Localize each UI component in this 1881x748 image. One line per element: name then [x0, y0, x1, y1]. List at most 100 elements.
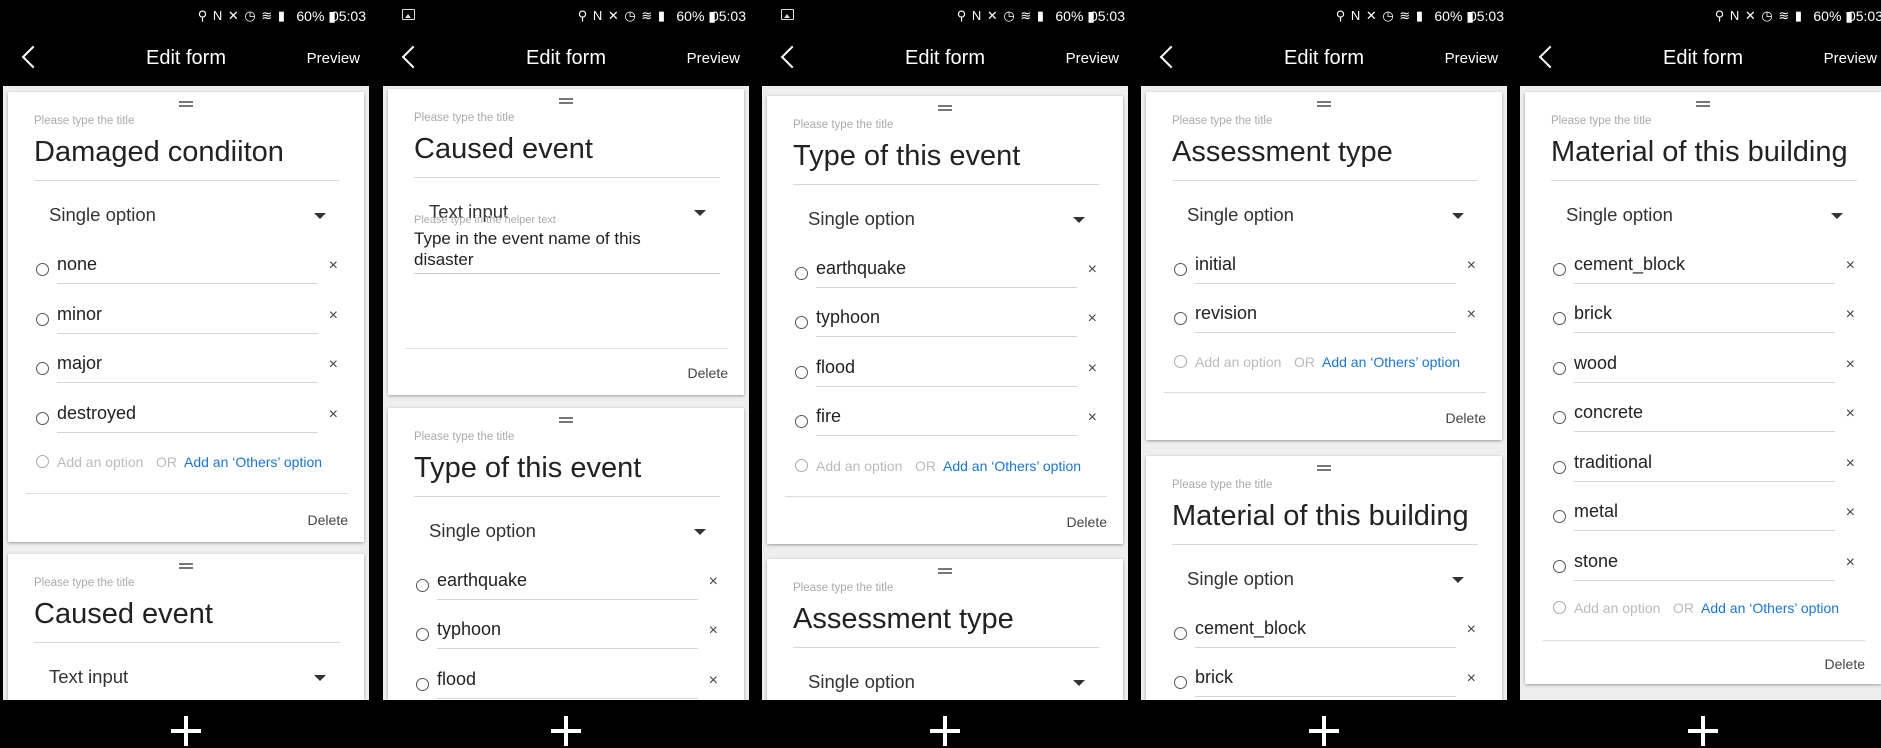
add-question-icon[interactable] [551, 716, 581, 746]
question-type-dropdown[interactable]: Single option [1187, 204, 1294, 226]
preview-button[interactable]: Preview [1066, 50, 1119, 67]
drag-handle-icon[interactable] [938, 105, 952, 111]
dropdown-caret-icon[interactable] [314, 213, 326, 219]
remove-option-icon[interactable]: × [1846, 455, 1855, 473]
add-others-link[interactable]: Add an ‘Others’ option [1322, 354, 1460, 370]
dropdown-caret-icon[interactable] [1073, 217, 1085, 223]
remove-option-icon[interactable]: × [1467, 306, 1476, 324]
option-label[interactable]: revision [1195, 303, 1257, 324]
remove-option-icon[interactable]: × [329, 356, 338, 374]
add-question-icon[interactable] [1309, 716, 1339, 746]
remove-option-icon[interactable]: × [1846, 554, 1855, 572]
question-title[interactable]: Caused event [414, 133, 593, 166]
option-label[interactable]: typhoon [437, 619, 501, 640]
remove-option-icon[interactable]: × [1846, 257, 1855, 275]
dropdown-caret-icon[interactable] [694, 210, 706, 216]
question-title[interactable]: Assessment type [793, 603, 1014, 636]
question-type-dropdown[interactable]: Single option [1566, 204, 1673, 226]
delete-button[interactable]: Delete [688, 365, 728, 381]
option-label[interactable]: fire [816, 406, 841, 427]
form-editor[interactable]: Please type the title Assessment type Si… [1138, 86, 1510, 700]
add-question-icon[interactable] [930, 716, 960, 746]
drag-handle-icon[interactable] [559, 98, 573, 104]
delete-button[interactable]: Delete [1446, 410, 1486, 426]
question-type-dropdown[interactable]: Text input [49, 666, 128, 688]
remove-option-icon[interactable]: × [1846, 306, 1855, 324]
question-title[interactable]: Type of this event [793, 140, 1020, 173]
add-question-icon[interactable] [171, 716, 201, 746]
remove-option-icon[interactable]: × [329, 406, 338, 424]
form-editor[interactable]: Please type the title Type of this event… [759, 86, 1131, 700]
form-editor[interactable]: Please type the title Material of this b… [1517, 86, 1881, 700]
question-title[interactable]: Material of this building [1551, 136, 1848, 169]
remove-option-icon[interactable]: × [329, 307, 338, 325]
drag-handle-icon[interactable] [938, 568, 952, 574]
question-title[interactable]: Caused event [34, 598, 213, 631]
remove-option-icon[interactable]: × [1467, 621, 1476, 639]
option-label[interactable]: cement_block [1195, 618, 1306, 639]
drag-handle-icon[interactable] [179, 563, 193, 569]
question-type-dropdown[interactable]: Single option [1187, 568, 1294, 590]
option-label[interactable]: brick [1574, 303, 1612, 324]
drag-handle-icon[interactable] [1317, 465, 1331, 471]
option-label[interactable]: typhoon [816, 307, 880, 328]
option-label[interactable]: flood [437, 669, 476, 690]
dropdown-caret-icon[interactable] [1073, 680, 1085, 686]
remove-option-icon[interactable]: × [1088, 310, 1097, 328]
remove-option-icon[interactable]: × [709, 573, 718, 591]
preview-button[interactable]: Preview [307, 50, 360, 67]
drag-handle-icon[interactable] [1696, 101, 1710, 107]
form-editor[interactable]: Please type the title Damaged condiiton … [0, 86, 372, 700]
add-option-input[interactable]: Add an option [816, 458, 902, 474]
option-label[interactable]: wood [1574, 353, 1617, 374]
dropdown-caret-icon[interactable] [1831, 213, 1843, 219]
option-label[interactable]: metal [1574, 501, 1618, 522]
option-label[interactable]: flood [816, 357, 855, 378]
remove-option-icon[interactable]: × [1467, 670, 1476, 688]
preview-button[interactable]: Preview [687, 50, 740, 67]
question-title[interactable]: Material of this building [1172, 500, 1469, 533]
drag-handle-icon[interactable] [1317, 101, 1331, 107]
add-option-input[interactable]: Add an option [1195, 354, 1281, 370]
dropdown-caret-icon[interactable] [1452, 213, 1464, 219]
dropdown-caret-icon[interactable] [694, 529, 706, 535]
question-title[interactable]: Damaged condiiton [34, 136, 284, 169]
remove-option-icon[interactable]: × [709, 622, 718, 640]
option-label[interactable]: initial [1195, 254, 1236, 275]
option-label[interactable]: minor [57, 304, 102, 325]
preview-button[interactable]: Preview [1445, 50, 1498, 67]
question-type-dropdown[interactable]: Single option [808, 671, 915, 693]
question-type-dropdown[interactable]: Single option [808, 208, 915, 230]
option-label[interactable]: major [57, 353, 102, 374]
remove-option-icon[interactable]: × [1846, 504, 1855, 522]
question-type-dropdown[interactable]: Single option [49, 204, 156, 226]
add-option-input[interactable]: Add an option [57, 454, 143, 470]
preview-button[interactable]: Preview [1824, 50, 1877, 67]
add-others-link[interactable]: Add an ‘Others’ option [184, 454, 322, 470]
remove-option-icon[interactable]: × [709, 672, 718, 690]
form-editor[interactable]: Please type the title Caused event Text … [380, 86, 752, 700]
option-label[interactable]: earthquake [437, 570, 527, 591]
helper-text-input[interactable]: Type in the event name of this disaster [414, 228, 704, 270]
add-option-input[interactable]: Add an option [1574, 600, 1660, 616]
delete-button[interactable]: Delete [1825, 656, 1865, 672]
dropdown-caret-icon[interactable] [1452, 577, 1464, 583]
delete-button[interactable]: Delete [1067, 514, 1107, 530]
remove-option-icon[interactable]: × [1846, 405, 1855, 423]
option-label[interactable]: concrete [1574, 402, 1643, 423]
add-question-icon[interactable] [1688, 716, 1718, 746]
remove-option-icon[interactable]: × [1467, 257, 1476, 275]
option-label[interactable]: traditional [1574, 452, 1652, 473]
remove-option-icon[interactable]: × [1088, 409, 1097, 427]
option-label[interactable]: cement_block [1574, 254, 1685, 275]
add-others-link[interactable]: Add an ‘Others’ option [943, 458, 1081, 474]
delete-button[interactable]: Delete [308, 512, 348, 528]
remove-option-icon[interactable]: × [1846, 356, 1855, 374]
drag-handle-icon[interactable] [559, 417, 573, 423]
option-label[interactable]: none [57, 254, 97, 275]
question-title[interactable]: Assessment type [1172, 136, 1393, 169]
question-title[interactable]: Type of this event [414, 452, 641, 485]
option-label[interactable]: brick [1195, 667, 1233, 688]
question-type-dropdown[interactable]: Single option [429, 520, 536, 542]
remove-option-icon[interactable]: × [329, 257, 338, 275]
